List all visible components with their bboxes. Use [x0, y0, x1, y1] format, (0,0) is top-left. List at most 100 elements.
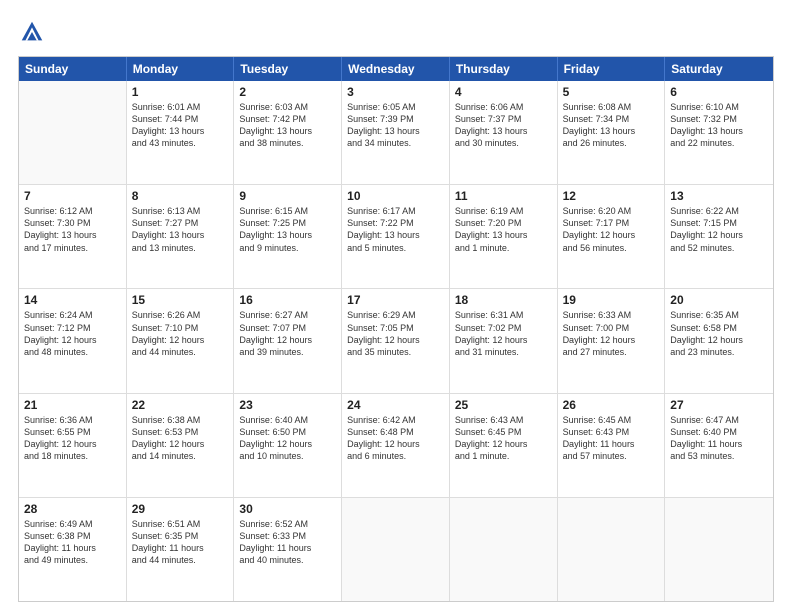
cell-line: Sunrise: 6:20 AM: [563, 205, 660, 217]
cell-line: Daylight: 12 hours: [455, 334, 552, 346]
weekday-header: Saturday: [665, 57, 773, 81]
cell-line: and 23 minutes.: [670, 346, 768, 358]
cell-line: Sunset: 7:00 PM: [563, 322, 660, 334]
cell-line: Daylight: 12 hours: [670, 334, 768, 346]
calendar-cell: 12Sunrise: 6:20 AMSunset: 7:17 PMDayligh…: [558, 185, 666, 288]
calendar-cell: 29Sunrise: 6:51 AMSunset: 6:35 PMDayligh…: [127, 498, 235, 601]
cell-line: Sunrise: 6:22 AM: [670, 205, 768, 217]
cell-line: Sunset: 6:55 PM: [24, 426, 121, 438]
calendar-cell: 13Sunrise: 6:22 AMSunset: 7:15 PMDayligh…: [665, 185, 773, 288]
day-number: 28: [24, 502, 121, 516]
calendar-cell: 18 Sunrise: 6:31 AMSunset: 7:02 PMDayligh…: [450, 289, 558, 392]
calendar-cell: 20Sunrise: 6:35 AMSunset: 6:58 PMDayligh…: [665, 289, 773, 392]
day-number: 7: [24, 189, 121, 203]
calendar-cell: 5Sunrise: 6:08 AMSunset: 7:34 PMDaylight…: [558, 81, 666, 184]
day-number: 16: [239, 293, 336, 307]
cell-line: Sunset: 7:42 PM: [239, 113, 336, 125]
day-number: 21: [24, 398, 121, 412]
cell-line: Daylight: 13 hours: [239, 229, 336, 241]
cell-line: and 30 minutes.: [455, 137, 552, 149]
calendar-row: 1Sunrise: 6:01 AMSunset: 7:44 PMDaylight…: [19, 81, 773, 185]
calendar-cell: 9Sunrise: 6:15 AMSunset: 7:25 PMDaylight…: [234, 185, 342, 288]
cell-line: and 52 minutes.: [670, 242, 768, 254]
cell-line: Daylight: 13 hours: [455, 125, 552, 137]
cell-line: Sunrise: 6:38 AM: [132, 414, 229, 426]
cell-line: Sunset: 6:33 PM: [239, 530, 336, 542]
cell-line: and 31 minutes.: [455, 346, 552, 358]
cell-line: Sunrise: 6:27 AM: [239, 309, 336, 321]
page: SundayMondayTuesdayWednesdayThursdayFrid…: [0, 0, 792, 612]
cell-line: Daylight: 11 hours: [563, 438, 660, 450]
cell-line: Daylight: 13 hours: [347, 229, 444, 241]
cell-line: and 22 minutes.: [670, 137, 768, 149]
calendar-cell: 22Sunrise: 6:38 AMSunset: 6:53 PMDayligh…: [127, 394, 235, 497]
day-number: 5: [563, 85, 660, 99]
weekday-header: Tuesday: [234, 57, 342, 81]
cell-line: and 35 minutes.: [347, 346, 444, 358]
cell-line: Sunrise: 6:24 AM: [24, 309, 121, 321]
day-number: 2: [239, 85, 336, 99]
calendar-row: 14Sunrise: 6:24 AMSunset: 7:12 PMDayligh…: [19, 289, 773, 393]
cell-line: Daylight: 12 hours: [132, 334, 229, 346]
day-number: 20: [670, 293, 768, 307]
cell-line: Sunrise: 6:43 AM: [455, 414, 552, 426]
day-number: 15: [132, 293, 229, 307]
calendar-cell: 23Sunrise: 6:40 AMSunset: 6:50 PMDayligh…: [234, 394, 342, 497]
cell-line: Sunrise: 6:08 AM: [563, 101, 660, 113]
cell-line: Sunset: 7:39 PM: [347, 113, 444, 125]
cell-line: Sunrise: 6:47 AM: [670, 414, 768, 426]
cell-line: Sunrise: 6:03 AM: [239, 101, 336, 113]
calendar-cell: 24Sunrise: 6:42 AMSunset: 6:48 PMDayligh…: [342, 394, 450, 497]
day-number: 14: [24, 293, 121, 307]
cell-line: Sunset: 7:22 PM: [347, 217, 444, 229]
cell-line: and 1 minute.: [455, 450, 552, 462]
day-number: 10: [347, 189, 444, 203]
cell-line: Sunset: 6:40 PM: [670, 426, 768, 438]
day-number: 12: [563, 189, 660, 203]
cell-line: Sunset: 7:27 PM: [132, 217, 229, 229]
calendar-cell: 4Sunrise: 6:06 AMSunset: 7:37 PMDaylight…: [450, 81, 558, 184]
calendar-cell: 21Sunrise: 6:36 AMSunset: 6:55 PMDayligh…: [19, 394, 127, 497]
calendar-cell: 14Sunrise: 6:24 AMSunset: 7:12 PMDayligh…: [19, 289, 127, 392]
cell-line: and 34 minutes.: [347, 137, 444, 149]
day-number: 24: [347, 398, 444, 412]
cell-line: Sunset: 7:25 PM: [239, 217, 336, 229]
day-number: 13: [670, 189, 768, 203]
logo-icon: [18, 18, 46, 46]
calendar-header-row: SundayMondayTuesdayWednesdayThursdayFrid…: [19, 57, 773, 81]
cell-line: Sunrise: 6:13 AM: [132, 205, 229, 217]
cell-line: and 13 minutes.: [132, 242, 229, 254]
calendar-cell: [450, 498, 558, 601]
day-number: 11: [455, 189, 552, 203]
weekday-header: Friday: [558, 57, 666, 81]
cell-line: Sunrise: 6:36 AM: [24, 414, 121, 426]
cell-line: Sunset: 7:15 PM: [670, 217, 768, 229]
day-number: 26: [563, 398, 660, 412]
calendar-cell: 2Sunrise: 6:03 AMSunset: 7:42 PMDaylight…: [234, 81, 342, 184]
calendar-cell: 27Sunrise: 6:47 AMSunset: 6:40 PMDayligh…: [665, 394, 773, 497]
cell-line: and 17 minutes.: [24, 242, 121, 254]
cell-line: Sunrise: 6:31 AM: [455, 309, 552, 321]
cell-line: Sunrise: 6:52 AM: [239, 518, 336, 530]
cell-line: Daylight: 12 hours: [347, 438, 444, 450]
cell-line: and 48 minutes.: [24, 346, 121, 358]
cell-line: Daylight: 11 hours: [24, 542, 121, 554]
cell-line: Daylight: 12 hours: [239, 438, 336, 450]
cell-line: Sunrise: 6:26 AM: [132, 309, 229, 321]
calendar: SundayMondayTuesdayWednesdayThursdayFrid…: [18, 56, 774, 602]
cell-line: Sunset: 6:43 PM: [563, 426, 660, 438]
cell-line: Daylight: 12 hours: [24, 334, 121, 346]
cell-line: Sunrise: 6:19 AM: [455, 205, 552, 217]
cell-line: Sunset: 7:32 PM: [670, 113, 768, 125]
cell-line: Sunset: 6:58 PM: [670, 322, 768, 334]
calendar-cell: 15 Sunrise: 6:26 AMSunset: 7:10 PMDayligh…: [127, 289, 235, 392]
cell-line: Sunset: 7:10 PM: [132, 322, 229, 334]
calendar-row: 7Sunrise: 6:12 AMSunset: 7:30 PMDaylight…: [19, 185, 773, 289]
cell-line: Sunset: 7:02 PM: [455, 322, 552, 334]
calendar-cell: 17Sunrise: 6:29 AMSunset: 7:05 PMDayligh…: [342, 289, 450, 392]
calendar-cell: 6Sunrise: 6:10 AMSunset: 7:32 PMDaylight…: [665, 81, 773, 184]
day-number: 18: [455, 293, 552, 307]
cell-line: Daylight: 11 hours: [132, 542, 229, 554]
calendar-cell: 1Sunrise: 6:01 AMSunset: 7:44 PMDaylight…: [127, 81, 235, 184]
cell-line: Sunset: 6:38 PM: [24, 530, 121, 542]
